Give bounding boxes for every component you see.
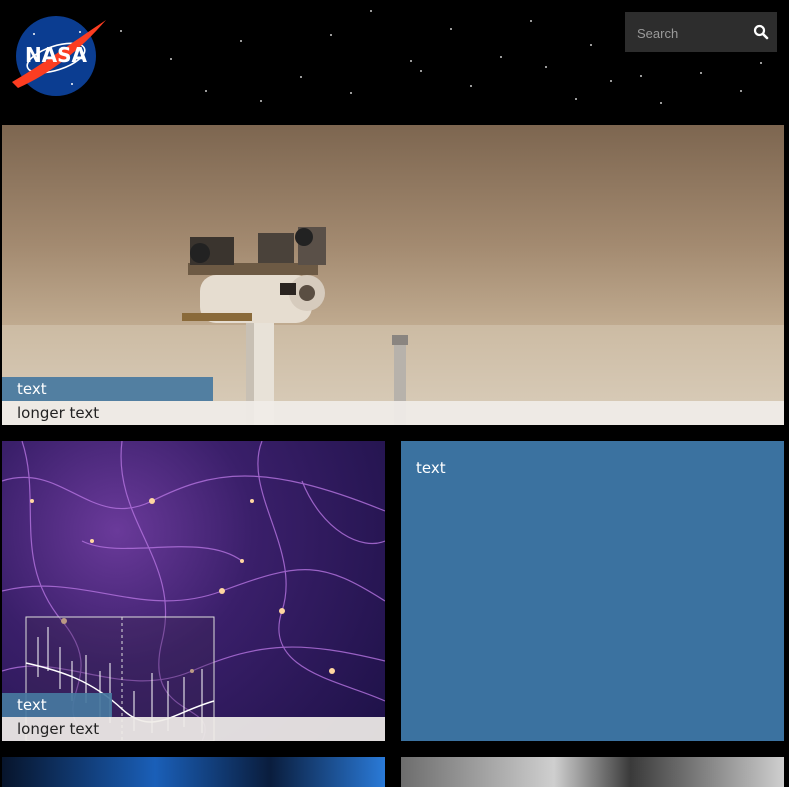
star [205, 90, 207, 92]
star [660, 102, 662, 104]
nasa-meatball-icon: NASA [12, 16, 106, 96]
cosmic-label-long: longer text [2, 717, 385, 741]
feature-tile-bottom-right[interactable] [401, 757, 784, 787]
star [170, 58, 172, 60]
star [370, 10, 372, 12]
star [610, 80, 612, 82]
star [410, 60, 412, 62]
search-box [625, 12, 777, 54]
star [420, 70, 422, 72]
logo-wordmark: NASA [25, 43, 88, 67]
star [470, 85, 472, 87]
cosmic-label-short: text [2, 693, 112, 717]
star [760, 62, 762, 64]
star [260, 100, 262, 102]
star [740, 90, 742, 92]
feature-tile-hero[interactable]: text longer text [2, 125, 784, 425]
star [120, 30, 122, 32]
feature-tile-cosmic-web[interactable]: text longer text [2, 441, 385, 741]
hero-label-short: text [2, 377, 213, 401]
search-icon[interactable] [753, 24, 769, 40]
star [640, 75, 642, 77]
star [450, 28, 452, 30]
hero-label-long: longer text [2, 401, 784, 425]
star [300, 76, 302, 78]
blue-tile-text: text [416, 459, 446, 477]
star [350, 92, 352, 94]
site-header: NASA [0, 0, 789, 120]
star [240, 40, 242, 42]
nasa-logo[interactable]: NASA [10, 14, 108, 96]
feature-tile-blue[interactable]: text [401, 441, 784, 741]
feature-tile-bottom-left[interactable] [2, 757, 385, 787]
star [545, 66, 547, 68]
star [575, 98, 577, 100]
star [330, 34, 332, 36]
star [590, 44, 592, 46]
star [530, 20, 532, 22]
star [500, 56, 502, 58]
search-input[interactable] [635, 12, 749, 54]
star [700, 72, 702, 74]
